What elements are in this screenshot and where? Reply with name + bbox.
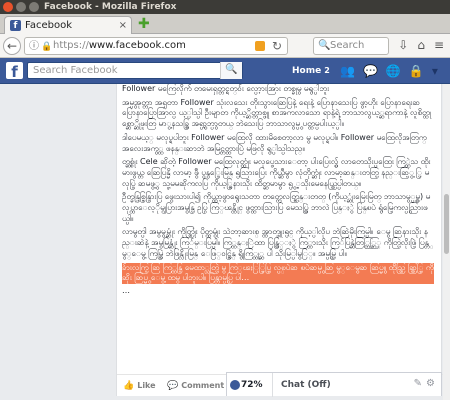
home-count: 2 — [324, 66, 330, 75]
browser-search-placeholder: Search — [330, 40, 365, 51]
post-paragraph: တစ္စ္ဆုံး Cele ဆိုတဲ့ Follower မထြေလုတ္ထ… — [122, 157, 431, 188]
tab-close-icon[interactable]: × — [119, 17, 127, 34]
url-scheme: https:// — [53, 40, 89, 51]
post-paragraph: Follower မကြေလိုက် တမေးရှတ္တင္ရတ္ဝ်း လ္ပ… — [122, 84, 330, 93]
like-button[interactable]: 👍 Like — [123, 381, 156, 391]
info-icon[interactable]: ⓘ — [29, 39, 39, 55]
zoom-indicator[interactable]: 72% — [227, 373, 273, 397]
zoom-value: 72% — [241, 380, 263, 390]
comment-icon: 💬 — [167, 381, 179, 391]
post-more-ellipsis: … — [122, 285, 130, 295]
post-paragraph: အမ္ပွအုတ္တာ အရှတာ Follower သုံးလသေး တိုး… — [122, 97, 431, 129]
new-tab-button[interactable]: ✚ — [138, 16, 150, 32]
home-label: Home — [292, 66, 322, 76]
search-icon: 🔍 — [318, 40, 331, 51]
page-scrollbar[interactable] — [443, 84, 450, 400]
like-label: Like — [137, 381, 156, 390]
post-text: Follower မကြေလိုက် တမေးရှတ္တင္ရတ္ဝ်း လ္ပ… — [122, 84, 434, 367]
post-card: Follower မကြေလိုက် တမေးရှတ္တင္ရတ္ဝ်း လ္ပ… — [116, 84, 443, 396]
url-host: www.facebook.com — [88, 40, 186, 51]
window-minimize-button[interactable] — [16, 2, 26, 12]
globe-icon — [230, 380, 240, 390]
window-controls — [3, 2, 39, 12]
facebook-search-placeholder: Search Facebook — [33, 65, 118, 76]
post-paragraph: ဒါပေမယ့္ မလုပ္ရပါဘူး Follower မထြေလို ထာ… — [122, 132, 427, 153]
tab-label: Facebook — [25, 20, 72, 31]
chat-icons: ✎ ⚙ — [414, 378, 435, 389]
tab-strip: f Facebook × ✚ — [0, 14, 450, 34]
facebook-logo[interactable]: f — [6, 62, 23, 81]
pocket-icon[interactable] — [255, 41, 265, 51]
reload-icon[interactable]: ↻ — [272, 38, 282, 54]
window-maximize-button[interactable] — [29, 2, 39, 12]
facebook-nav-icons: 👥 💬 🌐 🔒 ▾ — [340, 64, 438, 78]
menu-icon[interactable]: ≡ — [434, 38, 444, 52]
comment-button[interactable]: 💬 Comment — [167, 381, 224, 391]
home-link[interactable]: Home 2 — [292, 66, 330, 76]
chat-settings-icon[interactable]: ⚙ — [426, 378, 435, 389]
window-close-button[interactable] — [3, 2, 13, 12]
new-message-icon[interactable]: ✎ — [414, 378, 422, 389]
tab-facebook[interactable]: f Facebook × — [4, 16, 132, 34]
scrollbar-thumb[interactable] — [444, 194, 449, 254]
facebook-search-icon[interactable]: 🔍 — [220, 62, 242, 79]
facebook-search-input[interactable]: Search Facebook 🔍 — [27, 62, 243, 79]
navigation-bar: ← ⓘ 🔒 https://www.facebook.com ↻ 🔍 Searc… — [0, 34, 450, 58]
download-icon[interactable]: ⇩ — [398, 38, 408, 52]
friends-icon[interactable]: 👥 — [340, 64, 355, 78]
post-paragraph: လာမွတ္ပါ အမွမွမ္ဆုံး ကိုတ္ထြုံး ပိုတ္ထမွ… — [122, 227, 429, 258]
settings-icon[interactable]: ▾ — [432, 64, 438, 78]
notifications-icon[interactable]: 🌐 — [386, 64, 401, 78]
post-paragraph-highlighted: ခ်ားလက္ပြ ဆြ ကြ္ထန္ပြ မေထာ္သတ္ပြဲ မွ ကြ္… — [122, 262, 434, 284]
toolbar-icons: ⇩ ⌂ ≡ — [398, 38, 444, 52]
window-title: Facebook - Mozilla Firefox — [44, 2, 177, 12]
comment-label: Comment — [181, 381, 225, 390]
facebook-favicon-icon: f — [10, 20, 21, 31]
browser-search-input[interactable]: 🔍 Search — [313, 37, 389, 55]
chat-bar: 72% Chat (Off) ✎ ⚙ — [226, 372, 442, 397]
like-icon: 👍 — [123, 381, 135, 391]
back-button[interactable]: ← — [3, 37, 21, 55]
privacy-icon[interactable]: 🔒 — [409, 64, 424, 78]
chat-toggle[interactable]: Chat (Off) — [281, 373, 331, 397]
url-bar[interactable]: ⓘ 🔒 https://www.facebook.com ↻ — [24, 37, 288, 55]
facebook-header: f Search Facebook 🔍 Home 2 👥 💬 🌐 🔒 ▾ — [0, 58, 450, 84]
lock-icon: 🔒 — [41, 42, 53, 52]
home-icon[interactable]: ⌂ — [417, 38, 425, 52]
messages-icon[interactable]: 💬 — [363, 64, 378, 78]
window-titlebar: Facebook - Mozilla Firefox — [0, 0, 450, 14]
post-paragraph: ဦတ္ခန္ဖြစ္မြန္ပြားပြ ဖွေးသားပါ၍ ကိုယ္ထာ့… — [122, 192, 431, 223]
